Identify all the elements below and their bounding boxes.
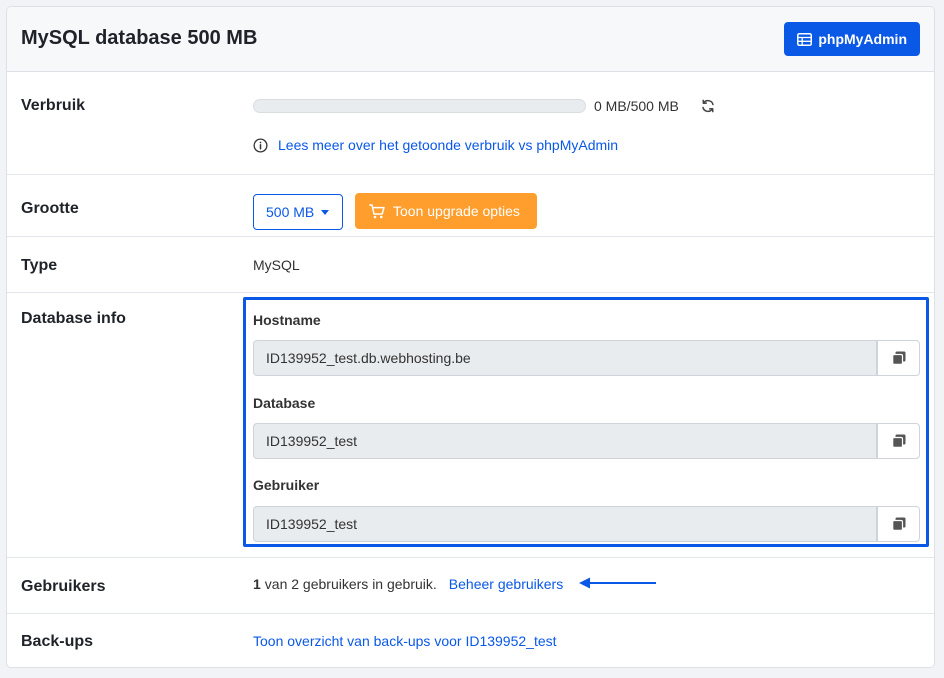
copy-database-button[interactable] xyxy=(877,423,920,459)
user-label: Gebruiker xyxy=(253,477,320,493)
upgrade-button[interactable]: Toon upgrade opties xyxy=(355,193,537,229)
usage-info-link[interactable]: Lees meer over het getoonde verbruik vs … xyxy=(278,137,618,153)
users-count: 1 xyxy=(253,576,261,592)
user-field[interactable]: ID139952_test xyxy=(253,506,877,542)
arrow-left-icon xyxy=(579,577,656,589)
dbinfo-label: Database info xyxy=(21,310,126,327)
table-icon xyxy=(797,32,813,46)
type-value: MySQL xyxy=(253,257,300,273)
manage-users-link[interactable]: Beheer gebruikers xyxy=(449,576,563,592)
size-select[interactable]: 500 MB xyxy=(253,194,343,230)
info-icon xyxy=(253,137,268,153)
backups-link[interactable]: Toon overzicht van back-ups voor ID13995… xyxy=(253,633,557,649)
cart-icon xyxy=(369,203,385,218)
size-label: Grootte xyxy=(21,200,79,217)
backups-row: Back-ups Toon overzicht van back-ups voo… xyxy=(7,614,934,667)
usage-row: Verbruik 0 MB/500 MB Lees meer over het … xyxy=(7,72,934,175)
hostname-label: Hostname xyxy=(253,312,321,328)
card-header: MySQL database 500 MB phpMyAdmin xyxy=(7,7,934,72)
usage-label: Verbruik xyxy=(21,97,86,114)
database-field[interactable]: ID139952_test xyxy=(253,423,877,459)
upgrade-label: Toon upgrade opties xyxy=(393,203,520,219)
dbinfo-row: Database info Hostname ID139952_test.db.… xyxy=(7,293,934,558)
phpmyadmin-button[interactable]: phpMyAdmin xyxy=(784,22,920,56)
page-title: MySQL database 500 MB xyxy=(21,27,258,49)
users-label: Gebruikers xyxy=(21,578,106,595)
size-select-value: 500 MB xyxy=(266,204,315,220)
caret-down-icon xyxy=(321,209,330,215)
copy-user-button[interactable] xyxy=(877,506,920,542)
users-summary: 1 van 2 gebruikers in gebruik. Beheer ge… xyxy=(253,576,563,592)
database-label: Database xyxy=(253,395,316,411)
type-row: Type MySQL xyxy=(7,237,934,293)
usage-text: 0 MB/500 MB xyxy=(594,98,679,114)
copy-icon xyxy=(891,517,905,531)
hostname-field[interactable]: ID139952_test.db.webhosting.be xyxy=(253,340,877,376)
backups-label: Back-ups xyxy=(21,633,94,650)
copy-icon xyxy=(891,434,905,448)
database-card: MySQL database 500 MB phpMyAdmin Verbrui… xyxy=(6,6,935,668)
usage-info-line: Lees meer over het getoonde verbruik vs … xyxy=(253,137,618,153)
usage-progress-bar xyxy=(253,99,586,113)
refresh-icon[interactable] xyxy=(700,98,716,114)
copy-icon xyxy=(891,351,905,365)
users-row: Gebruikers 1 van 2 gebruikers in gebruik… xyxy=(7,558,934,614)
type-label: Type xyxy=(21,257,58,274)
users-text: van 2 gebruikers in gebruik. xyxy=(264,576,437,592)
size-row: Grootte 500 MB Toon upgrade opties xyxy=(7,175,934,237)
copy-hostname-button[interactable] xyxy=(877,340,920,376)
phpmyadmin-label: phpMyAdmin xyxy=(818,31,907,47)
